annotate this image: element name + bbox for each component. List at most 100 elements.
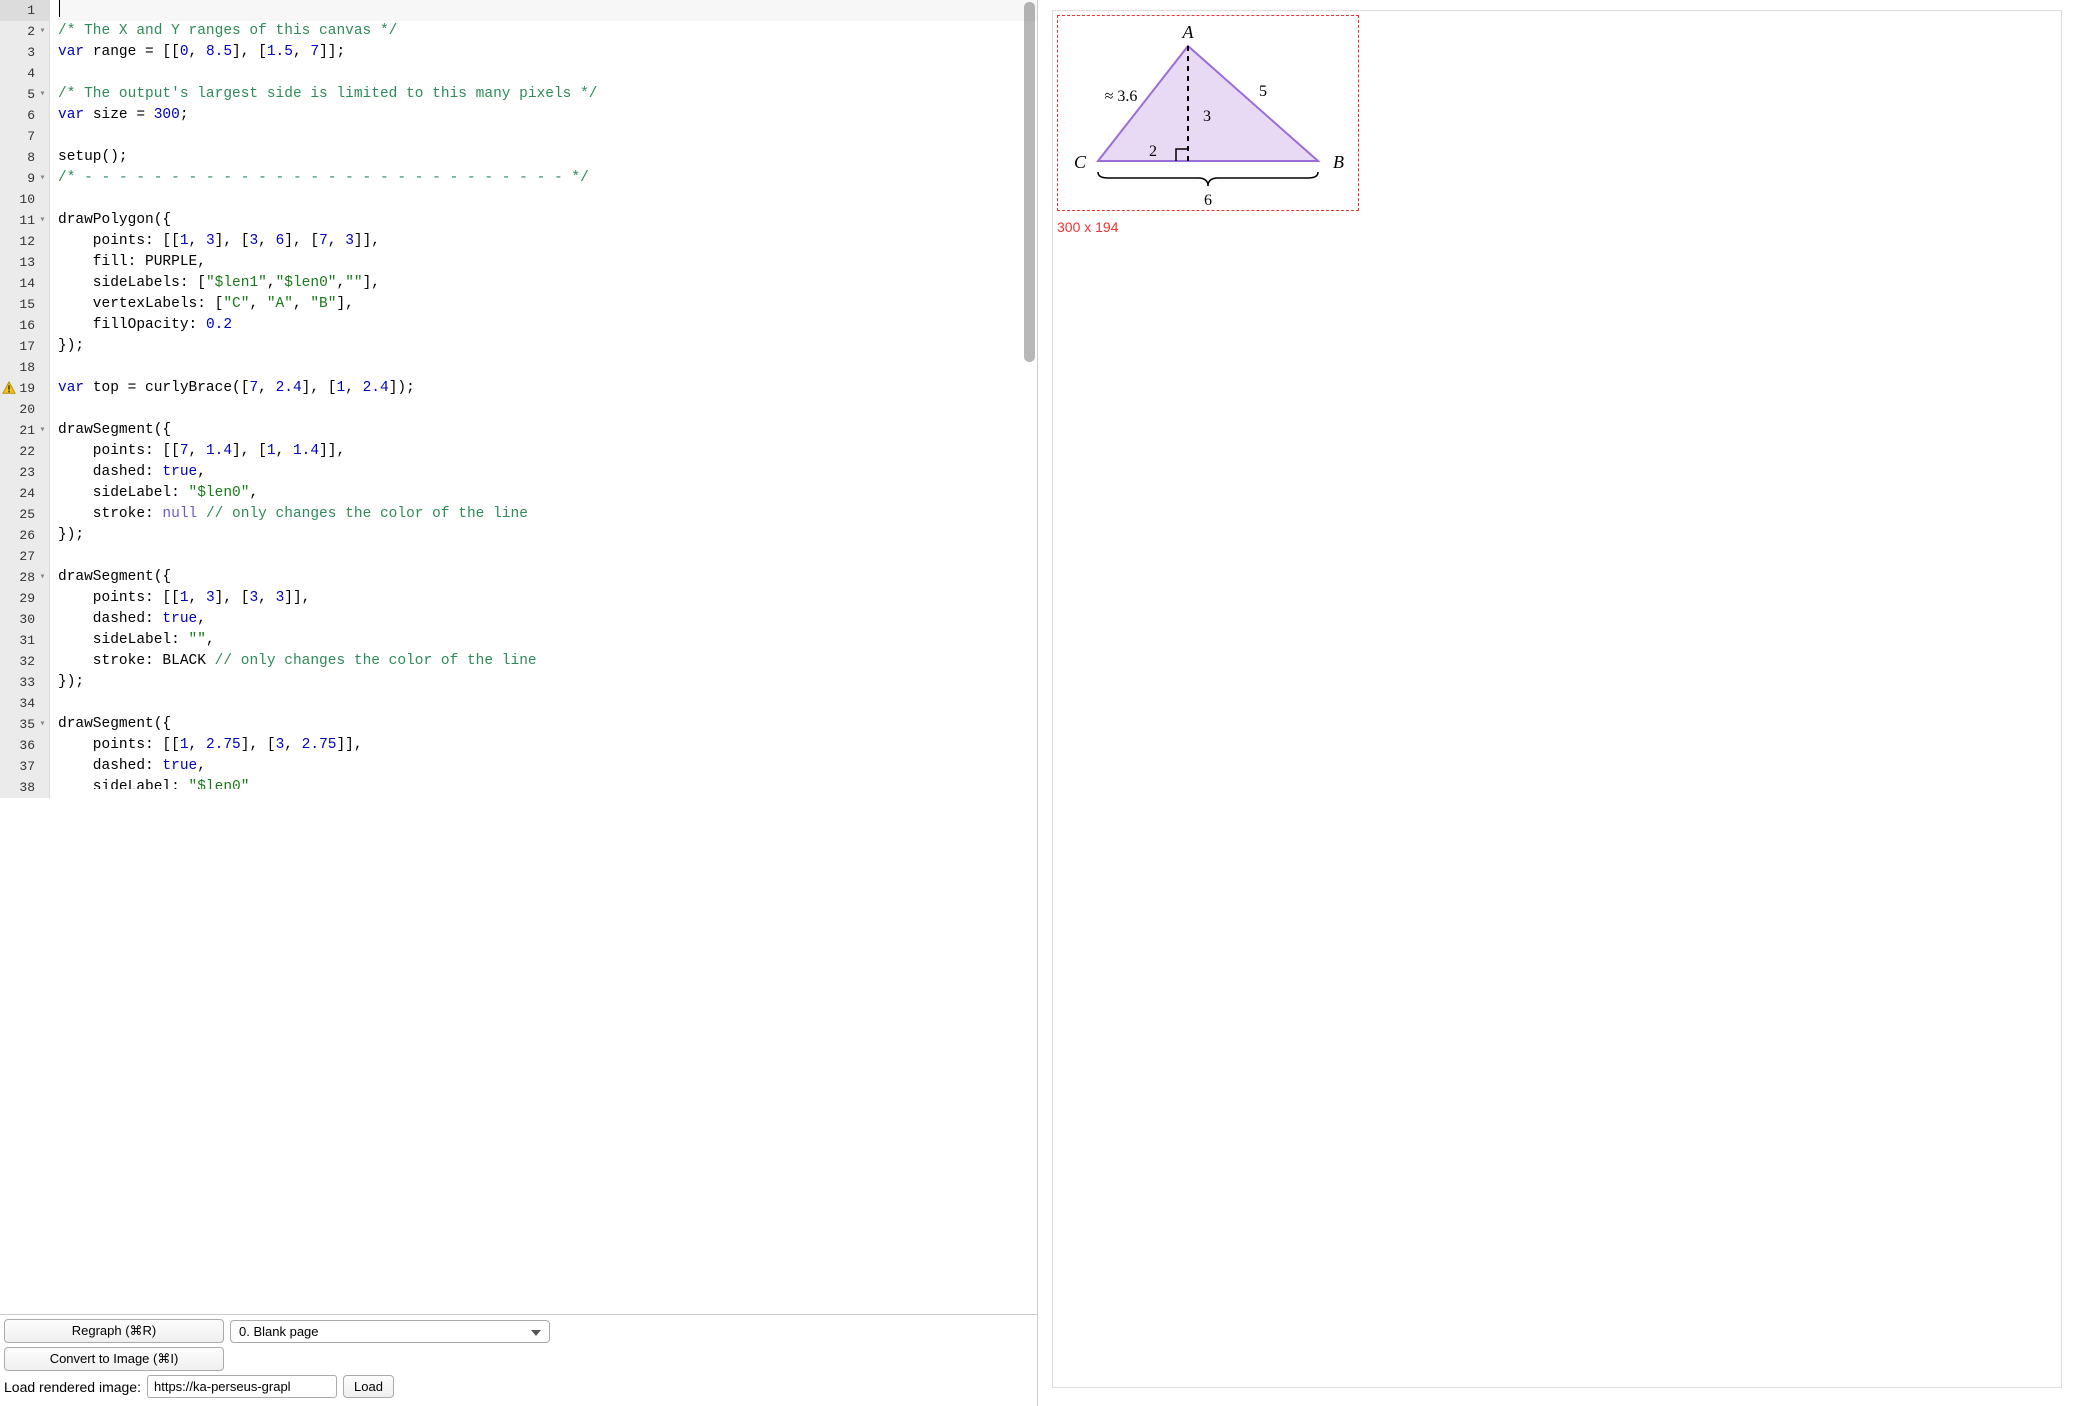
gutter-line[interactable]: 18	[0, 357, 49, 378]
controls-bar: Regraph (⌘R) 0. Blank page Convert to Im…	[0, 1314, 1037, 1406]
gutter-line[interactable]: 25	[0, 504, 49, 525]
gutter-line[interactable]: 7	[0, 126, 49, 147]
convert-to-image-button[interactable]: Convert to Image (⌘I)	[4, 1347, 224, 1371]
fold-icon[interactable]: ▾	[37, 714, 48, 735]
gutter-line[interactable]: 1	[0, 0, 49, 21]
gutter-line[interactable]: 4	[0, 63, 49, 84]
gutter-line[interactable]: 30	[0, 609, 49, 630]
code-line[interactable]: });	[58, 525, 1037, 546]
gutter-line[interactable]: 36	[0, 735, 49, 756]
code-line[interactable]: points: [[1, 3], [3, 3]],	[58, 588, 1037, 609]
code-line[interactable]	[58, 357, 1037, 378]
code-line[interactable]	[58, 189, 1037, 210]
code-line[interactable]: drawSegment({	[58, 567, 1037, 588]
code-line[interactable]	[58, 546, 1037, 567]
code-line[interactable]: points: [[1, 3], [3, 6], [7, 3]],	[58, 231, 1037, 252]
code-line[interactable]: stroke: null // only changes the color o…	[58, 504, 1037, 525]
gutter-line[interactable]: 9▾	[0, 168, 49, 189]
code-line[interactable]	[58, 63, 1037, 84]
fold-icon[interactable]: ▾	[37, 21, 48, 42]
curly-brace	[1098, 172, 1318, 186]
scrollbar-thumb[interactable]	[1024, 2, 1035, 362]
gutter-line[interactable]: 28▾	[0, 567, 49, 588]
code-line[interactable]: sideLabel: "$len0",	[58, 483, 1037, 504]
code-line[interactable]: var top = curlyBrace([7, 2.4], [1, 2.4])…	[58, 378, 1037, 399]
code-line[interactable]: });	[58, 336, 1037, 357]
gutter-line[interactable]: 29	[0, 588, 49, 609]
gutter-line[interactable]: 17	[0, 336, 49, 357]
gutter-line[interactable]: 20	[0, 399, 49, 420]
gutter-line[interactable]: 6	[0, 105, 49, 126]
gutter-line[interactable]: 5▾	[0, 84, 49, 105]
gutter-line[interactable]: 2▾	[0, 21, 49, 42]
code-line[interactable]: sideLabel: "",	[58, 630, 1037, 651]
code-line[interactable]	[58, 399, 1037, 420]
image-url-input[interactable]	[147, 1375, 337, 1398]
gutter-line[interactable]: 15	[0, 294, 49, 315]
side-ab-label: 5	[1259, 83, 1267, 100]
gutter-line[interactable]: 23	[0, 462, 49, 483]
code-line[interactable]: dashed: true,	[58, 756, 1037, 777]
gutter-line[interactable]: 38	[0, 777, 49, 798]
code-line[interactable]: sideLabels: ["$len1","$len0",""],	[58, 273, 1037, 294]
code-editor[interactable]: 12▾345▾6789▾1011▾12131415161718192021▾22…	[0, 0, 1037, 1314]
gutter-line[interactable]: 11▾	[0, 210, 49, 231]
code-line[interactable]: drawPolygon({	[58, 210, 1037, 231]
code-line[interactable]: var range = [[0, 8.5], [1.5, 7]];	[58, 42, 1037, 63]
gutter-line[interactable]: 35▾	[0, 714, 49, 735]
load-button[interactable]: Load	[343, 1375, 394, 1398]
gutter-line[interactable]: 22	[0, 441, 49, 462]
code-line[interactable]: /* The X and Y ranges of this canvas */	[58, 21, 1037, 42]
code-line[interactable]: drawSegment({	[58, 420, 1037, 441]
code-line[interactable]	[58, 693, 1037, 714]
fold-icon[interactable]: ▾	[37, 567, 48, 588]
regraph-button[interactable]: Regraph (⌘R)	[4, 1319, 224, 1343]
code-line[interactable]: drawSegment({	[58, 714, 1037, 735]
gutter-line[interactable]: 37	[0, 756, 49, 777]
code-line[interactable]	[58, 126, 1037, 147]
code-line[interactable]: points: [[1, 2.75], [3, 2.75]],	[58, 735, 1037, 756]
gutter-line[interactable]: 13	[0, 252, 49, 273]
gutter-line[interactable]: 8	[0, 147, 49, 168]
gutter-line[interactable]: 3	[0, 42, 49, 63]
gutter-line[interactable]: 14	[0, 273, 49, 294]
code-line[interactable]: vertexLabels: ["C", "A", "B"],	[58, 294, 1037, 315]
code-line[interactable]: var size = 300;	[58, 105, 1037, 126]
gutter-line[interactable]: 27	[0, 546, 49, 567]
gutter-line[interactable]: 19	[0, 378, 49, 399]
code-line[interactable]	[58, 0, 1037, 21]
altitude-label: 3	[1203, 108, 1211, 125]
text-cursor	[59, 0, 60, 17]
code-line[interactable]: stroke: BLACK // only changes the color …	[58, 651, 1037, 672]
fold-icon[interactable]: ▾	[37, 420, 48, 441]
code-line[interactable]: dashed: true,	[58, 609, 1037, 630]
gutter-line[interactable]: 10	[0, 189, 49, 210]
code-line[interactable]: points: [[7, 1.4], [1, 1.4]],	[58, 441, 1037, 462]
fold-icon[interactable]: ▾	[37, 84, 48, 105]
gutter-line[interactable]: 34	[0, 693, 49, 714]
figure-dimensions-label: 300 x 194	[1057, 219, 2057, 235]
fold-icon[interactable]: ▾	[37, 168, 48, 189]
gutter-line[interactable]: 26	[0, 525, 49, 546]
gutter-line[interactable]: 33	[0, 672, 49, 693]
gutter-line[interactable]: 21▾	[0, 420, 49, 441]
code-line[interactable]: dashed: true,	[58, 462, 1037, 483]
fold-icon[interactable]: ▾	[37, 210, 48, 231]
code-line[interactable]: sideLabel: "$len0"	[58, 777, 1037, 789]
code-line[interactable]: fill: PURPLE,	[58, 252, 1037, 273]
code-line[interactable]: });	[58, 672, 1037, 693]
gutter-line[interactable]: 24	[0, 483, 49, 504]
warning-icon	[2, 381, 16, 395]
base-left-label: 2	[1149, 143, 1157, 160]
brace-label: 6	[1204, 192, 1212, 209]
gutter-line[interactable]: 31	[0, 630, 49, 651]
gutter-line[interactable]: 16	[0, 315, 49, 336]
code-line[interactable]: setup();	[58, 147, 1037, 168]
page-select[interactable]: 0. Blank page	[230, 1320, 550, 1343]
gutter-line[interactable]: 12	[0, 231, 49, 252]
code-line[interactable]: fillOpacity: 0.2	[58, 315, 1037, 336]
vertical-scrollbar[interactable]	[1024, 2, 1035, 402]
code-line[interactable]: /* - - - - - - - - - - - - - - - - - - -…	[58, 168, 1037, 189]
code-line[interactable]: /* The output's largest side is limited …	[58, 84, 1037, 105]
gutter-line[interactable]: 32	[0, 651, 49, 672]
